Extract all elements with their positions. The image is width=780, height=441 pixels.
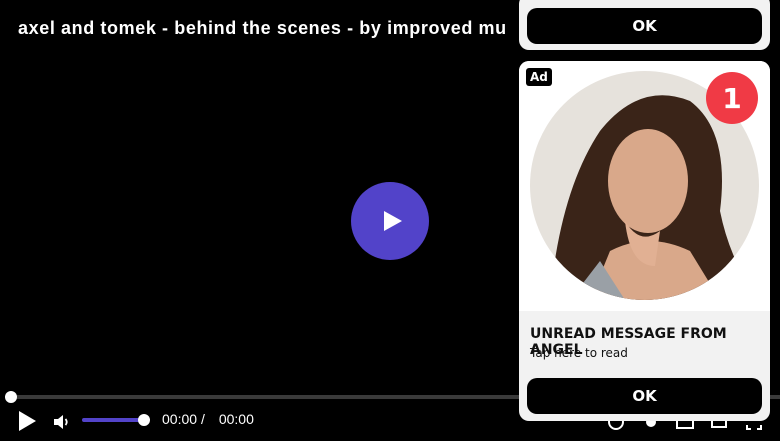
- ad-card[interactable]: Ad 1 UNREAD MESSAGE FROM ANGEL Tap here …: [519, 61, 770, 421]
- ad-image-area[interactable]: Ad 1: [519, 61, 770, 311]
- ad-subtext[interactable]: Tap here to read: [530, 346, 628, 360]
- volume-handle[interactable]: [138, 414, 150, 426]
- play-icon: [383, 211, 402, 231]
- video-title: axel and tomek - behind the scenes - by …: [18, 18, 507, 38]
- ok-button[interactable]: OK: [527, 8, 762, 44]
- ad-top-panel: OK: [519, 0, 770, 50]
- time-display: 00:00/ 00:00: [162, 411, 258, 427]
- time-separator: /: [201, 411, 205, 427]
- big-play-button[interactable]: [351, 182, 429, 260]
- ad-badge: Ad: [526, 68, 552, 86]
- volume-slider[interactable]: [82, 418, 146, 422]
- ok-button[interactable]: OK: [527, 378, 762, 414]
- duration: 00:00: [218, 411, 254, 427]
- volume-icon[interactable]: [52, 412, 72, 432]
- current-time: 00:00: [162, 411, 198, 427]
- play-icon[interactable]: [16, 410, 38, 432]
- progress-handle[interactable]: [5, 391, 17, 403]
- notification-badge: 1: [706, 72, 758, 124]
